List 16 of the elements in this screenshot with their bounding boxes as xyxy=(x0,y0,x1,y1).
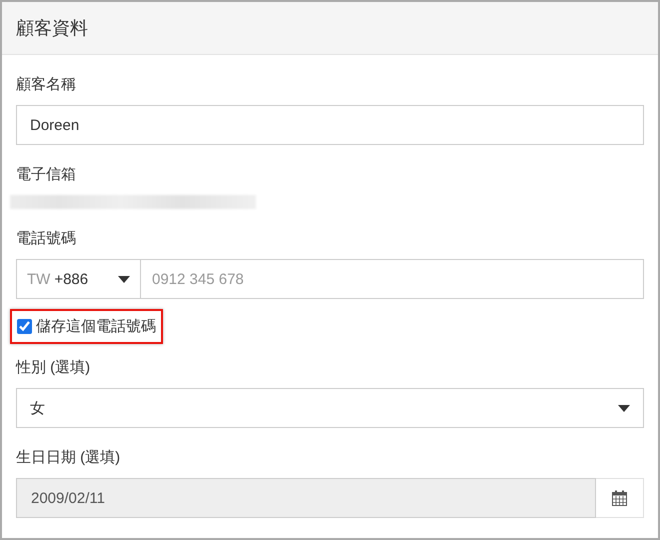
field-label: 生日日期 (選填) xyxy=(16,449,120,466)
field-label: 性別 (選填) xyxy=(16,359,90,376)
field-label: 電子信箱 xyxy=(16,166,76,183)
name-field[interactable]: Doreen xyxy=(16,105,644,145)
save-phone-checkbox[interactable] xyxy=(17,319,32,334)
country-code-select[interactable]: TW +886 xyxy=(16,259,140,299)
field-label: 顧客名稱 xyxy=(16,76,76,93)
panel-title: 顧客資料 xyxy=(16,17,88,40)
checkbox-label: 儲存這個電話號碼 xyxy=(36,317,156,336)
caret-icon xyxy=(118,276,130,282)
calendar-button[interactable] xyxy=(596,478,644,518)
calendar-icon xyxy=(612,490,627,506)
field-label: 電話號碼 xyxy=(16,230,76,247)
caret-icon xyxy=(618,404,630,412)
gender-select[interactable]: 女 xyxy=(16,388,644,428)
phone-field[interactable]: 0912 345 678 xyxy=(140,259,644,299)
